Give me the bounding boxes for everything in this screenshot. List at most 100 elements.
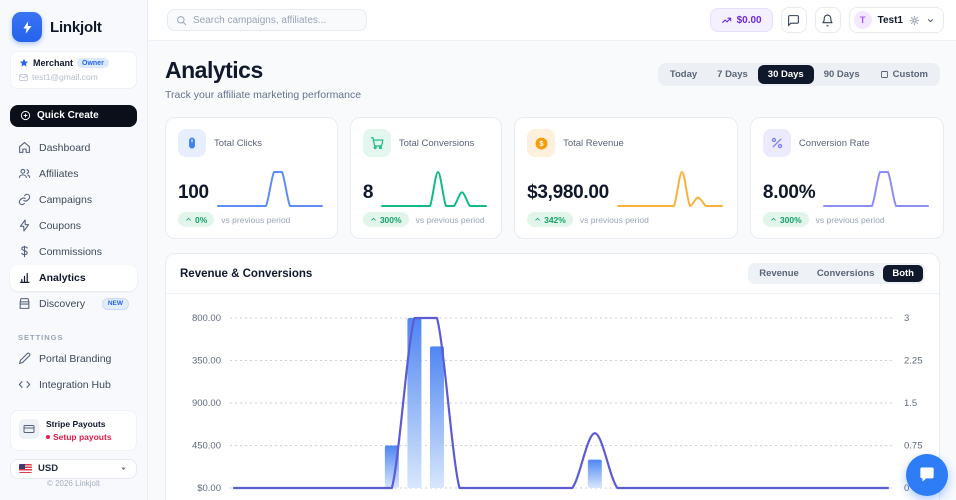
svg-text:450.00: 450.00 (192, 441, 221, 452)
balance-button[interactable]: $0.00 (710, 8, 773, 32)
paintbrush-icon (18, 352, 31, 365)
svg-text:350.00: 350.00 (192, 356, 221, 367)
brand-name: Linkjolt (50, 19, 102, 36)
currency-value: USD (38, 463, 58, 474)
range-tab-custom[interactable]: Custom (870, 65, 938, 84)
conversions-sparkline (379, 166, 489, 212)
range-tab-7days[interactable]: 7 Days (707, 65, 758, 84)
chevron-down-icon (119, 464, 128, 473)
brand: Linkjolt (10, 10, 137, 42)
svg-text:900.00: 900.00 (192, 398, 221, 409)
avatar: T (854, 11, 872, 29)
chart-title: Revenue & Conversions (180, 268, 312, 280)
bolt-icon (12, 12, 42, 42)
range-tab-today[interactable]: Today (660, 65, 707, 84)
new-badge: NEW (102, 298, 129, 310)
delta-badge: 300% (763, 212, 809, 227)
users-icon (18, 167, 31, 180)
svg-text:2.25: 2.25 (904, 356, 923, 367)
home-icon (18, 141, 31, 154)
sidebar-item-coupons[interactable]: Coupons (10, 213, 137, 239)
sidebar-item-dashboard[interactable]: Dashboard (10, 135, 137, 161)
trending-up-icon (721, 15, 732, 26)
svg-text:1.5: 1.5 (904, 398, 917, 409)
gear-icon (909, 15, 920, 26)
revenue-conversions-card: Revenue & Conversions Revenue Conversion… (165, 253, 940, 500)
alert-dot-icon (46, 435, 50, 439)
shopping-cart-icon (363, 129, 391, 157)
storefront-icon (18, 297, 31, 310)
stat-value: 100 (178, 182, 209, 212)
stat-note: vs previous period (221, 215, 290, 225)
user-menu[interactable]: T Test1 (849, 7, 944, 33)
setup-payouts-link[interactable]: Setup payouts (53, 432, 112, 442)
sidebar-item-portal-branding[interactable]: Portal Branding (10, 346, 137, 372)
account-email: test1@gmail.com (32, 72, 98, 82)
dollar-coin-icon: $ (527, 129, 555, 157)
svg-text:800.00: 800.00 (192, 313, 221, 324)
messages-button[interactable] (781, 7, 807, 33)
quick-create-button[interactable]: Quick Create (10, 105, 137, 127)
bell-icon (821, 14, 834, 27)
caret-up-icon (185, 216, 192, 223)
chart-tab-conversions[interactable]: Conversions (808, 265, 884, 282)
sidebar-item-commissions[interactable]: Commissions (10, 239, 137, 265)
mouse-icon (178, 129, 206, 157)
rate-sparkline (821, 166, 931, 212)
range-tab-90days[interactable]: 90 Days (814, 65, 870, 84)
us-flag-icon (19, 464, 32, 473)
svg-text:3: 3 (904, 313, 909, 324)
stat-note: vs previous period (816, 215, 885, 225)
notifications-button[interactable] (815, 7, 841, 33)
delta-badge: 342% (527, 212, 573, 227)
account-role: Merchant (33, 58, 73, 68)
page-subtitle: Track your affiliate marketing performan… (165, 89, 361, 101)
stat-value: $3,980.00 (527, 182, 609, 212)
delta-badge: 0% (178, 212, 214, 227)
sidebar-item-campaigns[interactable]: Campaigns (10, 187, 137, 213)
caret-up-icon (534, 216, 541, 223)
stat-note: vs previous period (416, 215, 485, 225)
caret-up-icon (770, 216, 777, 223)
page-title: Analytics (165, 57, 361, 84)
stat-card-total-clicks: Total Clicks 100 0% vs previous period (165, 117, 338, 239)
search-box[interactable] (167, 9, 367, 31)
stripe-payouts-card[interactable]: Stripe Payouts Setup payouts (10, 410, 137, 451)
sidebar-item-analytics[interactable]: Analytics (10, 265, 137, 291)
sidebar-item-discovery[interactable]: Discovery NEW (10, 291, 137, 317)
svg-text:$0.00: $0.00 (197, 483, 221, 494)
sidebar-item-affiliates[interactable]: Affiliates (10, 161, 137, 187)
account-card[interactable]: Merchant Owner test1@gmail.com (10, 51, 137, 89)
plus-circle-icon (20, 110, 31, 121)
star-icon (19, 58, 29, 68)
revenue-sparkline (615, 166, 725, 212)
range-tab-30days[interactable]: 30 Days (758, 65, 814, 84)
sidebar-item-integration-hub[interactable]: Integration Hub (10, 372, 137, 398)
code-icon (18, 378, 31, 391)
stat-label: Total Revenue (563, 138, 624, 149)
currency-select[interactable]: USD (10, 459, 137, 479)
date-range-tabs: Today 7 Days 30 Days 90 Days Custom (658, 63, 940, 86)
sidebar: Linkjolt Merchant Owner test1@gmail.com (0, 0, 148, 500)
revenue-conversions-chart[interactable]: 800.003350.002.25900.001.5450.000.75$0.0… (180, 302, 926, 500)
dollar-icon (18, 245, 31, 258)
chart-series-tabs: Revenue Conversions Both (748, 263, 925, 284)
search-input[interactable] (193, 15, 358, 26)
stat-card-total-conversions: Total Conversions 8 300% vs previous per… (350, 117, 502, 239)
stat-note: vs previous period (580, 215, 649, 225)
main-content: Analytics Track your affiliate marketing… (149, 41, 956, 500)
user-name: Test1 (878, 15, 903, 26)
chart-tab-revenue[interactable]: Revenue (750, 265, 808, 282)
chat-widget-button[interactable] (906, 454, 948, 496)
owner-badge: Owner (77, 58, 109, 68)
chart-tab-both[interactable]: Both (883, 265, 923, 282)
stripe-payouts-title: Stripe Payouts (46, 419, 112, 429)
chat-bubble-icon (917, 465, 937, 485)
stat-card-conversion-rate: Conversion Rate 8.00% 300% vs previous p… (750, 117, 944, 239)
mail-icon (19, 73, 28, 82)
chevron-down-icon (926, 16, 935, 25)
caret-up-icon (370, 216, 377, 223)
app-window: Linkjolt Merchant Owner test1@gmail.com (0, 0, 956, 500)
delta-badge: 300% (363, 212, 409, 227)
message-square-icon (787, 14, 800, 27)
